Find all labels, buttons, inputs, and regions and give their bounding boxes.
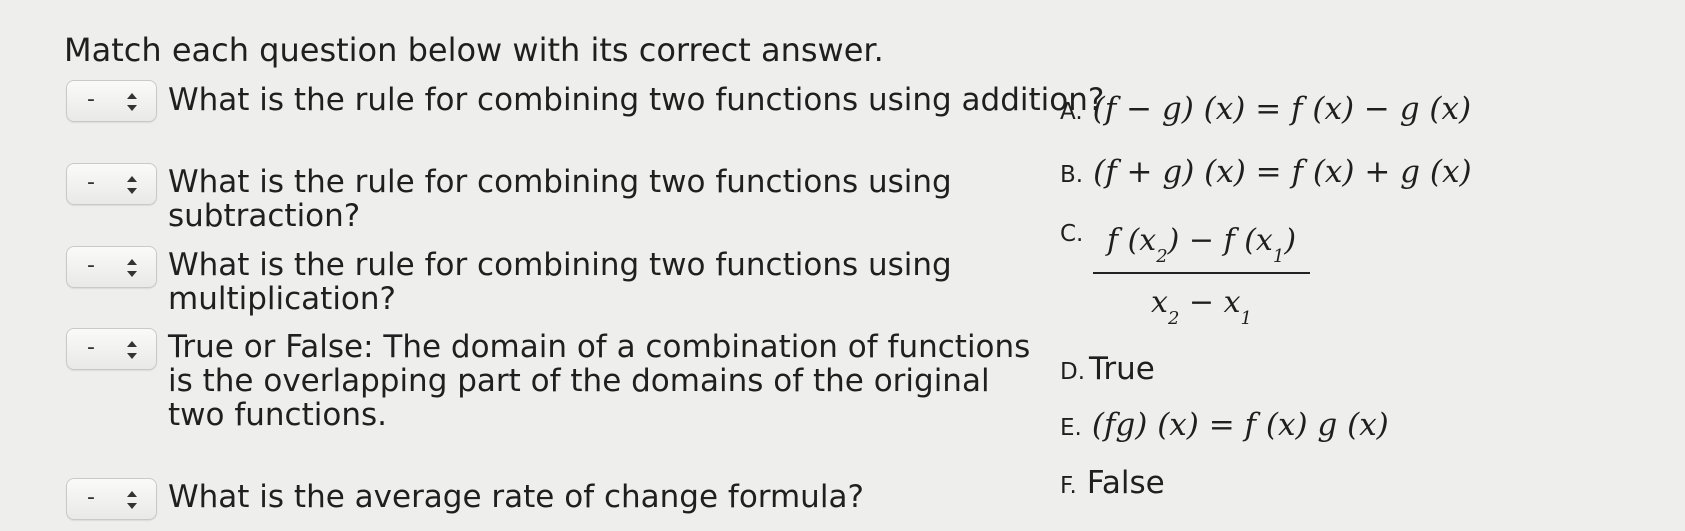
- instructions: Match each question below with its corre…: [64, 31, 884, 69]
- select-value: -: [87, 335, 95, 360]
- answer-d: D. True: [1060, 352, 1155, 389]
- question-row-5: - What is the average rate of change for…: [66, 478, 1056, 522]
- answer-select-5[interactable]: -: [66, 478, 157, 520]
- answer-f: F. False: [1060, 466, 1165, 503]
- answer-select-2[interactable]: -: [66, 163, 157, 205]
- answer-b: B. (f + g) (x) = f (x) + g (x): [1060, 155, 1472, 192]
- answer-letter: E.: [1060, 415, 1082, 441]
- question-text-5: What is the average rate of change formu…: [168, 479, 864, 515]
- answer-letter: A.: [1060, 99, 1083, 125]
- den-sub: 1: [1240, 308, 1252, 329]
- average-rate-fraction: f (x2) − f (x1) x2 − x1: [1093, 224, 1310, 332]
- answer-text: False: [1086, 465, 1165, 501]
- answer-letter: F.: [1060, 473, 1077, 499]
- num-sub: 2: [1156, 246, 1168, 267]
- fraction-bar: [1093, 272, 1310, 274]
- answer-letter: D.: [1060, 359, 1086, 385]
- answer-letter: C.: [1060, 221, 1084, 247]
- fraction-denominator: x2 − x1: [1093, 286, 1310, 336]
- up-down-chevron-icon: [127, 491, 137, 509]
- answer-a: A. (f − g) (x) = f (x) − g (x): [1060, 92, 1471, 129]
- num-part: ) − f (x: [1167, 223, 1273, 258]
- answer-c: C.: [1060, 214, 1093, 251]
- question-row-4: - True or False: The domain of a combina…: [66, 328, 1056, 438]
- select-value: -: [87, 170, 95, 195]
- den-sub: 2: [1167, 308, 1180, 329]
- question-row-1: - What is the rule for combining two fun…: [66, 80, 1104, 150]
- answer-letter: B.: [1060, 162, 1084, 188]
- answer-select-3[interactable]: -: [66, 246, 157, 288]
- question-text-1: What is the rule for combining two funct…: [168, 82, 1105, 118]
- select-value: -: [87, 485, 95, 510]
- question-text-3: What is the rule for combining two funct…: [168, 247, 952, 317]
- select-value: -: [87, 87, 95, 112]
- question-text-4: True or False: The domain of a combinati…: [168, 329, 1031, 433]
- fraction-numerator: f (x2) − f (x1): [1093, 224, 1310, 274]
- question-row-3: - What is the rule for combining two fun…: [66, 246, 1056, 316]
- up-down-chevron-icon: [127, 259, 137, 277]
- answer-text: (fg) (x) = f (x) g (x): [1091, 407, 1389, 443]
- num-sub: 1: [1272, 246, 1285, 267]
- answer-select-1[interactable]: -: [66, 80, 157, 122]
- den-part: − x: [1179, 285, 1241, 320]
- num-part: f (x: [1106, 223, 1157, 258]
- up-down-chevron-icon: [127, 341, 137, 359]
- up-down-chevron-icon: [127, 93, 137, 111]
- answer-text: True: [1089, 351, 1155, 387]
- question-text-2: What is the rule for combining two funct…: [168, 164, 952, 234]
- num-part: ): [1284, 223, 1297, 258]
- select-value: -: [87, 253, 95, 278]
- answer-e: E. (fg) (x) = f (x) g (x): [1060, 408, 1389, 445]
- answer-text: (f − g) (x) = f (x) − g (x): [1092, 91, 1472, 127]
- den-part: x: [1151, 285, 1168, 320]
- question-row-2: - What is the rule for combining two fun…: [66, 163, 1056, 233]
- up-down-chevron-icon: [127, 176, 137, 194]
- answer-text: (f + g) (x) = f (x) + g (x): [1093, 154, 1472, 190]
- answer-select-4[interactable]: -: [66, 328, 157, 370]
